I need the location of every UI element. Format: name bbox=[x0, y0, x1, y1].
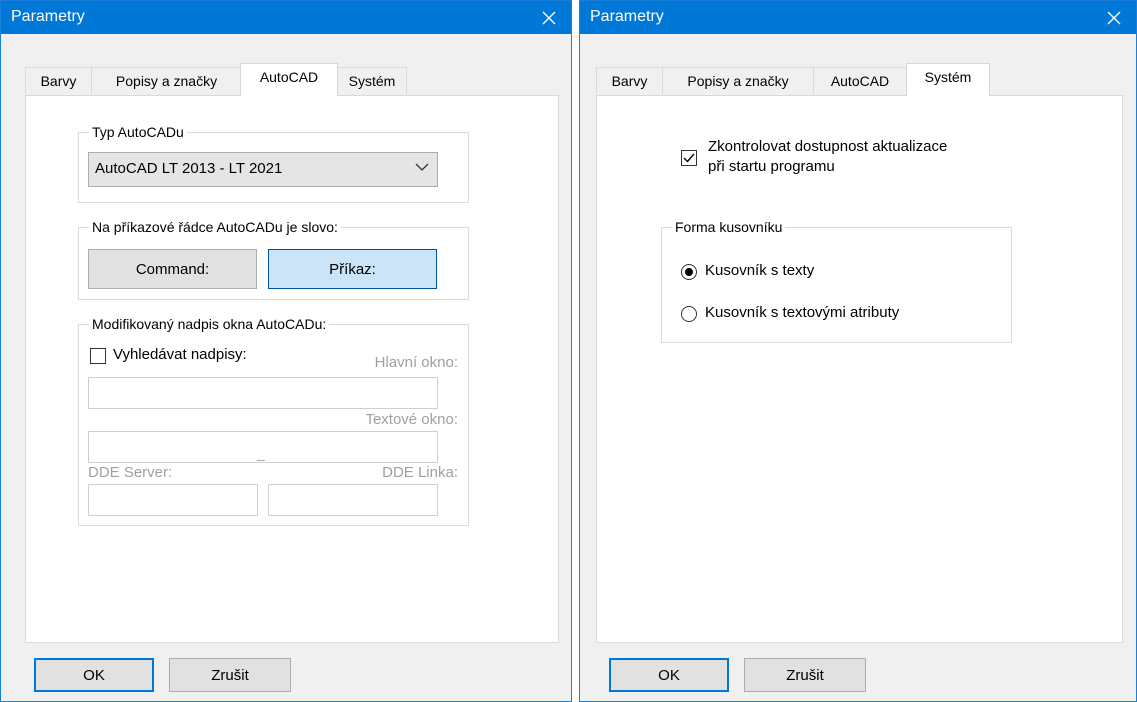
separator-glyph: _ bbox=[257, 445, 265, 461]
close-button[interactable] bbox=[1092, 1, 1136, 34]
bom-texts-radio[interactable] bbox=[681, 264, 697, 280]
bom-texts-label: Kusovník s texty bbox=[705, 262, 815, 279]
autocad-type-select[interactable]: AutoCAD LT 2013 - LT 2021 bbox=[88, 152, 438, 187]
dde-server-label: DDE Server: bbox=[88, 464, 173, 481]
tab-panel-system: Zkontrolovat dostupnost aktualizace při … bbox=[596, 95, 1123, 643]
main-window-field[interactable] bbox=[88, 377, 438, 409]
ok-button[interactable]: OK bbox=[609, 658, 729, 692]
parametry-dialog-system: Parametry Barvy Popisy a značky AutoCAD … bbox=[579, 0, 1137, 702]
dde-linka-field[interactable] bbox=[268, 484, 438, 516]
prikaz-button[interactable]: Příkaz: bbox=[268, 249, 437, 289]
title-bar[interactable]: Parametry bbox=[580, 1, 1136, 34]
group-bom-form: Forma kusovníku Kusovník s texty Kusovní… bbox=[661, 217, 1012, 343]
close-icon bbox=[542, 11, 556, 24]
tab-popisy-a-znacky[interactable]: Popisy a značky bbox=[662, 67, 814, 94]
tab-popisy-a-znacky[interactable]: Popisy a značky bbox=[91, 67, 242, 94]
dde-server-field[interactable] bbox=[88, 484, 258, 516]
bom-attributes-label: Kusovník s textovými atributy bbox=[705, 304, 900, 321]
update-check-label-line1: Zkontrolovat dostupnost aktualizace bbox=[708, 138, 948, 155]
command-button[interactable]: Command: bbox=[88, 249, 257, 289]
close-button[interactable] bbox=[527, 1, 571, 34]
search-captions-label: Vyhledávat nadpisy: bbox=[113, 346, 247, 363]
chevron-down-icon bbox=[415, 163, 429, 171]
group-legend: Typ AutoCADu bbox=[89, 122, 187, 142]
checkmark-icon bbox=[683, 153, 695, 163]
bom-attributes-radio[interactable] bbox=[681, 306, 697, 322]
window-title: Parametry bbox=[11, 8, 85, 25]
search-captions-checkbox[interactable] bbox=[90, 348, 106, 364]
radio-selected-dot bbox=[685, 268, 693, 276]
selected-value: AutoCAD LT 2013 - LT 2021 bbox=[95, 160, 283, 177]
update-check-checkbox[interactable] bbox=[681, 150, 697, 166]
group-typ-autocadu: Typ AutoCADu AutoCAD LT 2013 - LT 2021 bbox=[78, 122, 469, 203]
group-window-caption: Modifikovaný nadpis okna AutoCADu: Vyhle… bbox=[78, 314, 469, 526]
update-check-label-line2: při startu programu bbox=[708, 158, 835, 175]
tab-barvy[interactable]: Barvy bbox=[25, 67, 92, 94]
group-legend: Modifikovaný nadpis okna AutoCADu: bbox=[89, 314, 330, 334]
tab-barvy[interactable]: Barvy bbox=[596, 67, 663, 94]
tab-panel-autocad: Typ AutoCADu AutoCAD LT 2013 - LT 2021 N… bbox=[25, 95, 559, 643]
parametry-dialog-autocad: Parametry Barvy Popisy a značky AutoCAD … bbox=[0, 0, 572, 702]
group-legend: Na příkazové řádce AutoCADu je slovo: bbox=[89, 217, 341, 237]
ok-button[interactable]: OK bbox=[34, 658, 154, 692]
window-title: Parametry bbox=[590, 8, 664, 25]
main-window-label: Hlavní okno: bbox=[374, 354, 458, 371]
close-icon bbox=[1107, 11, 1121, 24]
cancel-button[interactable]: Zrušit bbox=[744, 658, 866, 692]
group-legend: Forma kusovníku bbox=[672, 217, 786, 237]
tab-system[interactable]: Systém bbox=[906, 63, 990, 96]
group-command-word: Na příkazové řádce AutoCADu je slovo: Co… bbox=[78, 217, 469, 300]
text-window-label: Textové okno: bbox=[365, 411, 458, 428]
tab-autocad[interactable]: AutoCAD bbox=[240, 63, 338, 96]
tab-autocad[interactable]: AutoCAD bbox=[813, 67, 907, 94]
dde-linka-label: DDE Linka: bbox=[382, 464, 458, 481]
title-bar[interactable]: Parametry bbox=[1, 1, 571, 34]
tab-system[interactable]: Systém bbox=[337, 67, 407, 94]
cancel-button[interactable]: Zrušit bbox=[169, 658, 291, 692]
